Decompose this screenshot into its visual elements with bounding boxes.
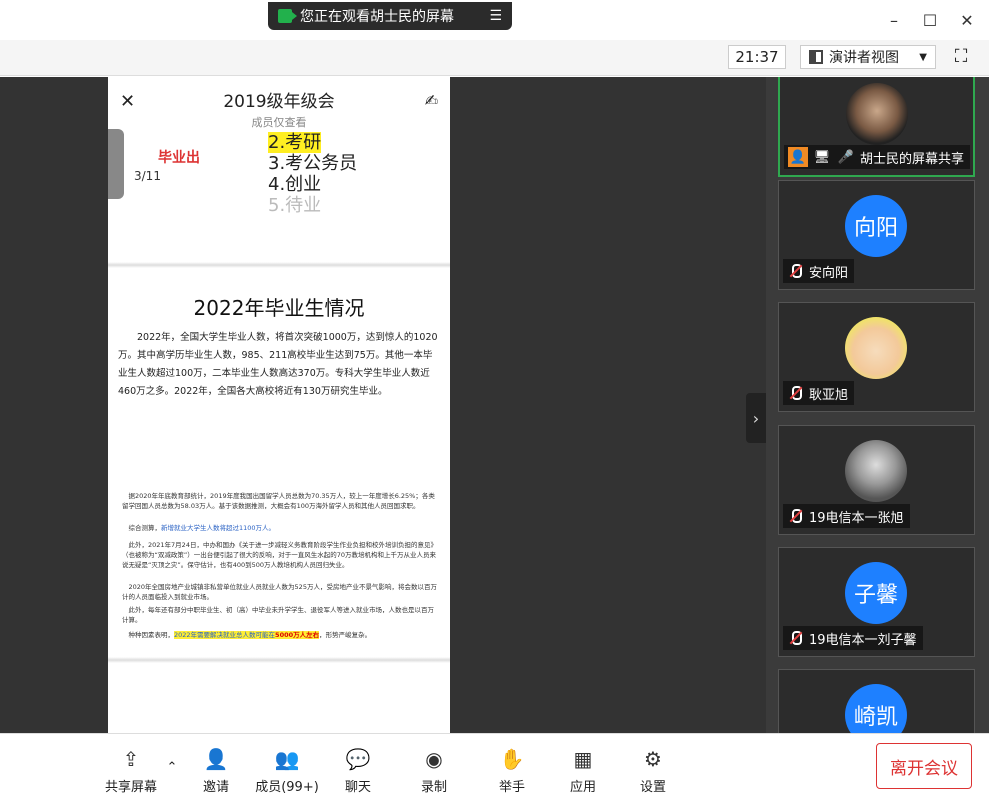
leave-meeting-button[interactable]: 离开会议 (876, 743, 972, 789)
small-paragraph: 此外，2021年7月24日，中办和国办《关于进一步减轻义务教育阶段学生作业负担和… (122, 541, 437, 569)
list-item: 5.待业 (268, 195, 322, 216)
chat-icon: 💬 (345, 747, 371, 771)
mic-muted-icon (787, 508, 803, 524)
participant-tile[interactable]: 19电信本一张旭 (778, 425, 975, 535)
banner-text: 您正在观看胡士民的屏幕 (300, 9, 454, 25)
list-item: 2.考研 (268, 132, 322, 153)
page-divider (108, 262, 450, 268)
participant-tile[interactable]: 向阳 安向阳 (778, 180, 975, 290)
screen-share-banner: 您正在观看胡士民的屏幕 ☰ (268, 2, 512, 30)
share-screen-icon: ⇪ (122, 747, 140, 771)
close-icon[interactable]: ✕ (120, 91, 135, 112)
hand-icon: ✋ (499, 747, 525, 771)
person-icon: 👤 (788, 147, 808, 167)
meeting-toolbar: ⇪ 共享屏幕 ⌃ 👤 邀请 👥 成员(99+) 💬 聊天 ◉ 录制 ✋ 举手 ▦… (0, 733, 989, 800)
participant-name: 耿亚旭 (809, 387, 849, 403)
expand-icon[interactable]: ⛶ (950, 46, 972, 68)
participant-namebar: 19电信本一刘子馨 (783, 626, 923, 650)
small-paragraph: 此外，每年还有部分中职毕业生、初（高）中毕业未升学学生、退役军人等进入就业市场，… (122, 606, 434, 624)
shared-document: ✕ 2019级年级会 成员仅查看 ✍ 毕业出： 3/11 2.考研 3.考公务员… (108, 77, 450, 733)
participant-tile[interactable]: 👤 🖥 🎤 胡士民的屏幕共享 (778, 77, 975, 177)
annotate-icon[interactable]: ✍ (425, 91, 438, 110)
mic-muted-icon (787, 263, 803, 279)
participant-tile[interactable]: 耿亚旭 (778, 302, 975, 412)
view-mode-label: 演讲者视图 (829, 50, 899, 66)
record-button[interactable]: ◉ 录制 (416, 746, 452, 795)
view-toolbar: 21:37 演讲者视图 ▼ ⛶ (0, 40, 989, 76)
avatar: 崎凯 (845, 684, 907, 733)
apps-button[interactable]: ▦ 应用 (565, 746, 601, 795)
participant-name: 19电信本一刘子馨 (809, 632, 917, 648)
document-subtitle: 成员仅查看 (251, 116, 307, 129)
speaker-view-icon (809, 50, 823, 64)
participant-name: 19电信本一张旭 (809, 510, 904, 526)
avatar: 子馨 (845, 562, 907, 624)
chat-button[interactable]: 💬 聊天 (340, 746, 376, 795)
list-item: 4.创业 (268, 174, 322, 195)
list-item: 3.考公务员 (268, 153, 358, 174)
collapse-panel-button[interactable]: › (746, 393, 766, 443)
section-title: 2022年毕业生情况 (193, 296, 365, 320)
chevron-down-icon: ▼ (919, 51, 927, 63)
small-paragraph: 据2020年年底教育部统计，2019年度我国出国留学人员总数为70.35万人，较… (122, 492, 435, 510)
avatar: 向阳 (845, 195, 907, 257)
title-bar: 您正在观看胡士民的屏幕 ☰ – ☐ ✕ (0, 0, 989, 40)
close-button[interactable]: ✕ (955, 8, 979, 32)
participant-panel: 👤 🖥 🎤 胡士民的屏幕共享 向阳 安向阳 耿亚旭 19电信本一张旭 子馨 19… (766, 77, 989, 733)
invite-button[interactable]: 👤 邀请 (198, 746, 234, 795)
meeting-clock: 21:37 (728, 45, 786, 69)
record-icon: ◉ (425, 747, 443, 771)
apps-icon: ▦ (573, 747, 593, 771)
participant-name: 安向阳 (809, 265, 849, 281)
minimize-button[interactable]: – (882, 8, 906, 32)
settings-button[interactable]: ⚙ 设置 (635, 746, 671, 795)
mic-icon: 🎤 (837, 149, 855, 165)
participant-namebar: 安向阳 (783, 259, 855, 283)
small-paragraph: 综合测算，新增就业大学生人数将超过1100万人。 (128, 524, 276, 532)
camera-icon (278, 9, 297, 23)
document-header: ✕ 2019级年级会 成员仅查看 ✍ (108, 77, 450, 129)
gear-icon: ⚙ (644, 747, 662, 771)
maximize-button[interactable]: ☐ (918, 8, 942, 32)
section-paragraph: 2022年，全国大学生毕业人数，将首次突破1000万，达到惊人的1020万。其中… (118, 332, 438, 397)
small-paragraph: 2020年全国房地产业城镇非私营单位就业人员就业人数为525万人，受房地产业不景… (122, 583, 437, 601)
list-menu-icon[interactable]: ☰ (489, 8, 502, 24)
add-user-icon: 👤 (203, 747, 229, 771)
participant-namebar: 耿亚旭 (783, 381, 855, 405)
small-paragraph: 种种因素表明，2022年需要解决就业总人数可能在5000万人左右，形势严峻复杂。 (128, 631, 372, 639)
mic-muted-icon (787, 385, 803, 401)
raise-hand-button[interactable]: ✋ 举手 (494, 746, 530, 795)
participant-tile[interactable]: 子馨 19电信本一刘子馨 (778, 547, 975, 657)
share-screen-button[interactable]: ⇪ 共享屏幕 (104, 746, 158, 795)
page-divider (108, 657, 450, 663)
participant-name: 胡士民的屏幕共享 (860, 151, 965, 167)
page-scroll-handle[interactable] (108, 129, 124, 199)
participant-tile[interactable]: 崎凯 (778, 669, 975, 733)
shared-screen-area: ✕ 2019级年级会 成员仅查看 ✍ 毕业出： 3/11 2.考研 3.考公务员… (0, 77, 766, 733)
members-button[interactable]: 👥 成员(99+) (254, 746, 320, 795)
participant-namebar: 19电信本一张旭 (783, 504, 910, 528)
document-title: 2019级年级会 (223, 92, 335, 112)
participant-namebar: 👤 🖥 🎤 胡士民的屏幕共享 (784, 145, 971, 169)
page-counter: 3/11 (130, 167, 165, 185)
mic-muted-icon (787, 630, 803, 646)
career-list: 2.考研 3.考公务员 4.创业 5.待业 (268, 132, 357, 216)
share-options-chevron[interactable]: ⌃ (162, 760, 182, 775)
members-icon: 👥 (274, 747, 300, 771)
avatar (846, 83, 908, 145)
avatar (845, 440, 907, 502)
avatar (845, 317, 907, 379)
view-mode-select[interactable]: 演讲者视图 ▼ (800, 45, 936, 69)
screen-share-icon: 🖥 (813, 149, 831, 165)
